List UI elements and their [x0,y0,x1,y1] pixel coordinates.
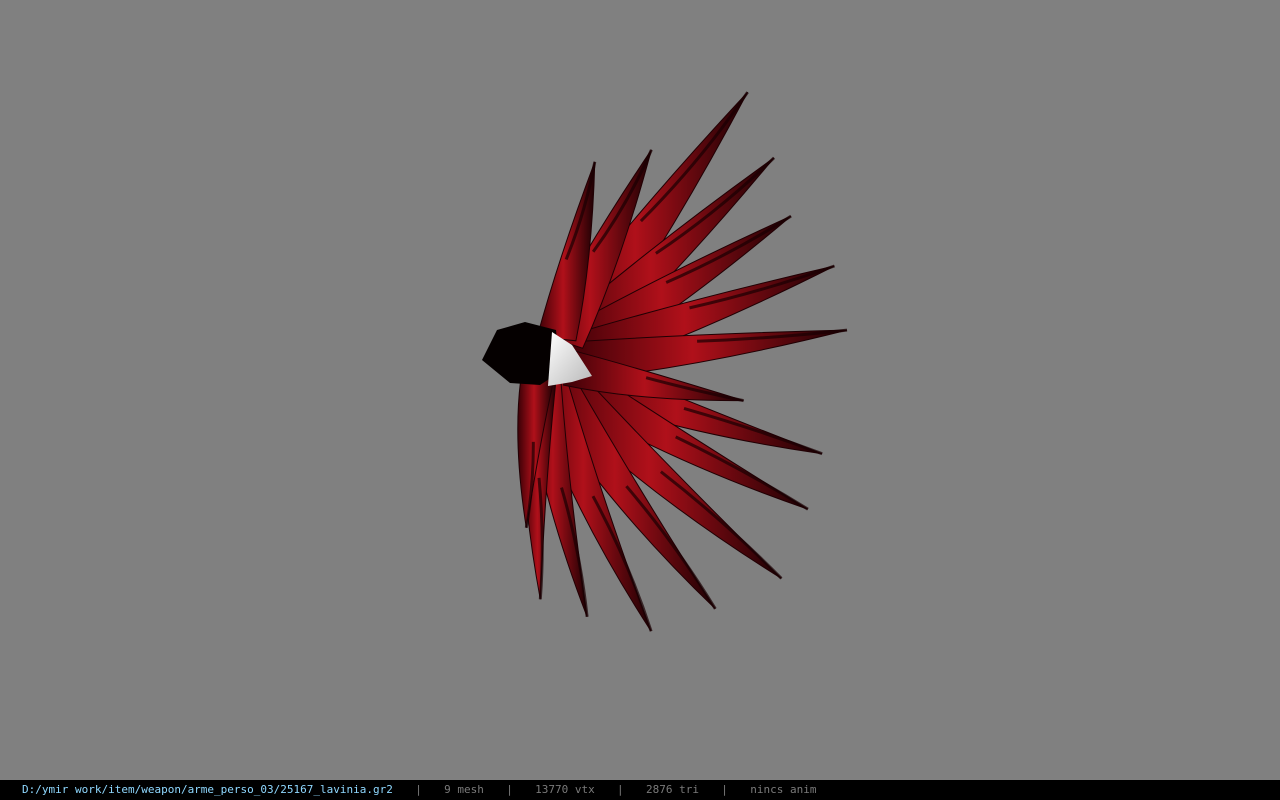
triangle-count-label: 2876 tri [645,783,699,796]
weapon-model-render [482,91,848,632]
mesh-count-label: 9 mesh [444,783,484,796]
3d-viewport[interactable] [0,0,1280,780]
file-path-label: D:/ymir work/item/weapon/arme_perso_03/2… [22,783,393,796]
status-separator: | [415,783,422,796]
status-bar: D:/ymir work/item/weapon/arme_perso_03/2… [0,780,1280,800]
status-separator: | [506,783,513,796]
animation-status-label: nincs anim [750,783,817,796]
status-separator: | [617,783,624,796]
vertex-count-label: 13770 vtx [535,783,595,796]
status-separator: | [721,783,728,796]
